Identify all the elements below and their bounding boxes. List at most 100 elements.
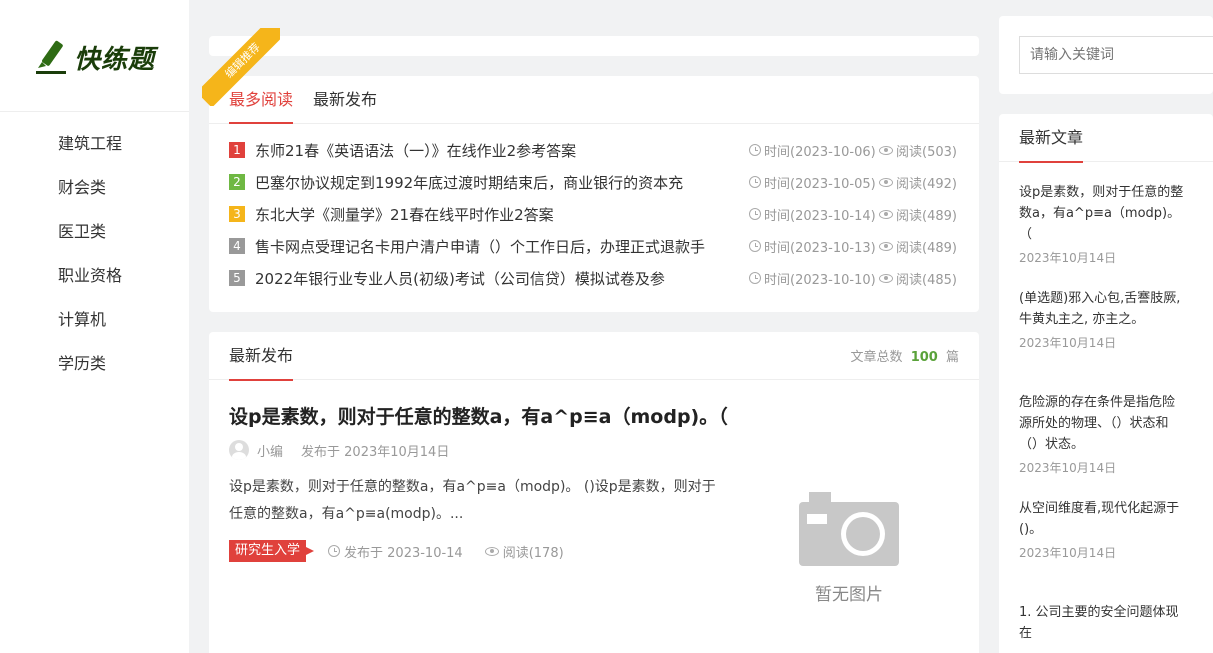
recent-article[interactable]: 从空间维度看,现代化起源于()。 2023年10月14日: [1019, 498, 1184, 561]
ranking-time: 时间(2023-10-05): [749, 173, 879, 192]
recent-article-date: 2023年10月14日: [1019, 546, 1117, 560]
rank-badge: 1: [229, 142, 245, 158]
search-card: [999, 16, 1213, 94]
nav-item-education[interactable]: 学历类: [0, 352, 189, 396]
post-excerpt: 设p是素数，则对于任意的整数a，有a^p≡a（modp)。 ()设p是素数，则对…: [229, 479, 716, 522]
post-foot-date: 发布于 2023-10-14: [328, 542, 463, 561]
nav-item-accounting[interactable]: 财会类: [0, 176, 189, 220]
recent-article-title[interactable]: 1. 公司主要的安全问题体现在: [1019, 602, 1184, 644]
post-foot-views: 阅读(178): [484, 542, 564, 561]
ranking-views-text: 阅读(485): [896, 272, 957, 288]
latest-heading: 最新发布: [229, 332, 294, 381]
ribbon-label: 编辑推荐: [202, 28, 280, 106]
ranking-title-link[interactable]: 2022年银行业专业人员(初级)考试（公司信贷）模拟试卷及参: [255, 268, 735, 289]
recent-article-title[interactable]: 从空间维度看,现代化起源于()。: [1019, 498, 1184, 540]
pencil-logo-icon: [35, 40, 66, 74]
ranking-views: 阅读(489): [879, 237, 957, 256]
recent-article[interactable]: 1. 公司主要的安全问题体现在: [1019, 602, 1184, 644]
recent-article[interactable]: (单选题)邪入心包,舌謇肢厥,牛黄丸主之, 亦主之。 2023年10月14日: [1019, 288, 1184, 351]
recent-article-title[interactable]: 设p是素数，则对于任意的整数a，有a^p≡a（modp)。（: [1019, 182, 1184, 245]
ranking-card: 最多阅读 最新发布 1 东师21春《英语语法（一）》在线作业2参考答案 时间(202…: [209, 76, 979, 312]
article-total: 文章总数 100 篇: [851, 346, 959, 365]
foot-date-text: 发布于 2023-10-14: [344, 545, 463, 561]
ranking-list: 1 东师21春《英语语法（一）》在线作业2参考答案 时间(2023-10-06) 阅读…: [209, 124, 979, 294]
ranking-views: 阅读(492): [879, 173, 957, 192]
ranking-time-text: 时间(2023-10-10): [764, 272, 876, 288]
ranking-views: 阅读(503): [879, 141, 957, 160]
category-nav: 建筑工程 财会类 医卫类 职业资格 计算机 学历类: [0, 112, 189, 396]
latest-posts-card: 最新发布 文章总数 100 篇 设p是素数，则对于任意的整数a，有a^p≡a（m…: [209, 332, 979, 653]
ranking-row[interactable]: 5 2022年银行业专业人员(初级)考试（公司信贷）模拟试卷及参 时间(2023-1…: [229, 262, 959, 294]
recent-articles-card: 最新文章 设p是素数，则对于任意的整数a，有a^p≡a（modp)。（ 2023…: [999, 114, 1213, 653]
eye-icon: [879, 241, 893, 251]
camera-placeholder-icon: [799, 492, 899, 566]
ranking-row[interactable]: 2 巴塞尔协议规定到1992年底过渡时期结束后，商业银行的资本充 时间(2023-1…: [229, 166, 959, 198]
ranking-row[interactable]: 4 售卡网点受理记名卡用户清户申请（）个工作日后，办理正式退款手 时间(2023-1…: [229, 230, 959, 262]
ranking-row[interactable]: 1 东师21春《英语语法（一）》在线作业2参考答案 时间(2023-10-06) 阅读…: [229, 134, 959, 166]
no-image-label: 暂无图片: [815, 585, 883, 605]
eye-icon: [484, 546, 499, 556]
recent-article-title[interactable]: (单选题)邪入心包,舌謇肢厥,牛黄丸主之, 亦主之。: [1019, 288, 1184, 330]
recent-article[interactable]: 危险源的存在条件是指危险源所处的物理、（）状态和（）状态。 2023年10月14…: [1019, 392, 1184, 476]
search-input[interactable]: [1019, 36, 1213, 74]
ranking-row[interactable]: 3 东北大学《测量学》21春在线平时作业2答案 时间(2023-10-14) 阅读(4…: [229, 198, 959, 230]
post-author[interactable]: 小编: [257, 441, 283, 460]
rank-badge: 5: [229, 270, 245, 286]
category-tag[interactable]: 研究生入学: [229, 540, 315, 562]
ranking-time: 时间(2023-10-14): [749, 205, 879, 224]
clock-icon: [749, 240, 761, 252]
ranking-views: 阅读(485): [879, 269, 957, 288]
rank-badge: 2: [229, 174, 245, 190]
nav-item-medical[interactable]: 医卫类: [0, 220, 189, 264]
site-logo[interactable]: 快练题: [0, 0, 189, 112]
ranking-time-text: 时间(2023-10-13): [764, 240, 876, 256]
left-sidebar: 快练题 建筑工程 财会类 医卫类 职业资格 计算机 学历类: [0, 0, 189, 653]
ranking-title-link[interactable]: 巴塞尔协议规定到1992年底过渡时期结束后，商业银行的资本充: [255, 172, 735, 193]
ranking-time-text: 时间(2023-10-05): [764, 176, 876, 192]
ranking-views: 阅读(489): [879, 205, 957, 224]
total-unit: 篇: [945, 350, 959, 365]
latest-header: 最新发布 文章总数 100 篇: [209, 332, 979, 381]
post-title-link[interactable]: 设p是素数，则对于任意的整数a，有a^p≡a（modp)。（: [229, 402, 728, 429]
eye-icon: [879, 177, 893, 187]
post-footer: 研究生入学 发布于 2023-10-14 阅读(178): [229, 540, 564, 562]
brand-name: 快练题: [73, 45, 155, 75]
total-count: 100: [910, 350, 938, 365]
recent-article[interactable]: 设p是素数，则对于任意的整数a，有a^p≡a（modp)。（ 2023年10月1…: [1019, 182, 1184, 266]
recent-article-date: 2023年10月14日: [1019, 336, 1117, 350]
nav-item-computer[interactable]: 计算机: [0, 308, 189, 352]
editor-pick-ribbon: 编辑推荐: [202, 28, 280, 106]
ranking-views-text: 阅读(489): [896, 208, 957, 224]
ranking-time: 时间(2023-10-13): [749, 237, 879, 256]
ranking-time-text: 时间(2023-10-14): [764, 208, 876, 224]
nav-item-construction[interactable]: 建筑工程: [0, 132, 189, 176]
ranking-title-link[interactable]: 东北大学《测量学》21春在线平时作业2答案: [255, 204, 735, 225]
clock-icon: [749, 208, 761, 220]
post-thumbnail-placeholder[interactable]: 暂无图片: [799, 492, 899, 605]
eye-icon: [879, 145, 893, 155]
recent-article-date: 2023年10月14日: [1019, 251, 1117, 265]
rank-badge: 3: [229, 206, 245, 222]
post-published: 发布于 2023年10月14日: [301, 444, 450, 460]
ranking-views-text: 阅读(492): [896, 176, 957, 192]
rank-badge: 4: [229, 238, 245, 254]
clock-icon: [328, 545, 341, 557]
ranking-views-text: 阅读(489): [896, 240, 957, 256]
clock-icon: [749, 144, 761, 156]
recent-article-date: 2023年10月14日: [1019, 461, 1117, 475]
ranking-title-link[interactable]: 东师21春《英语语法（一）》在线作业2参考答案: [255, 140, 735, 161]
eye-icon: [879, 273, 893, 283]
featured-strip: [209, 36, 979, 56]
ranking-time: 时间(2023-10-10): [749, 269, 879, 288]
ranking-views-text: 阅读(503): [896, 144, 957, 160]
eye-icon: [879, 209, 893, 219]
ranking-time: 时间(2023-10-06): [749, 141, 879, 160]
ranking-title-link[interactable]: 售卡网点受理记名卡用户清户申请（）个工作日后，办理正式退款手: [255, 236, 735, 257]
avatar: [229, 440, 249, 460]
clock-icon: [749, 272, 761, 284]
ranking-time-text: 时间(2023-10-06): [764, 144, 876, 160]
nav-item-professional[interactable]: 职业资格: [0, 264, 189, 308]
recent-article-title[interactable]: 危险源的存在条件是指危险源所处的物理、（）状态和（）状态。: [1019, 392, 1184, 455]
tab-newest[interactable]: 最新发布: [313, 76, 377, 123]
post-meta: 小编 发布于 2023年10月14日: [229, 440, 449, 460]
